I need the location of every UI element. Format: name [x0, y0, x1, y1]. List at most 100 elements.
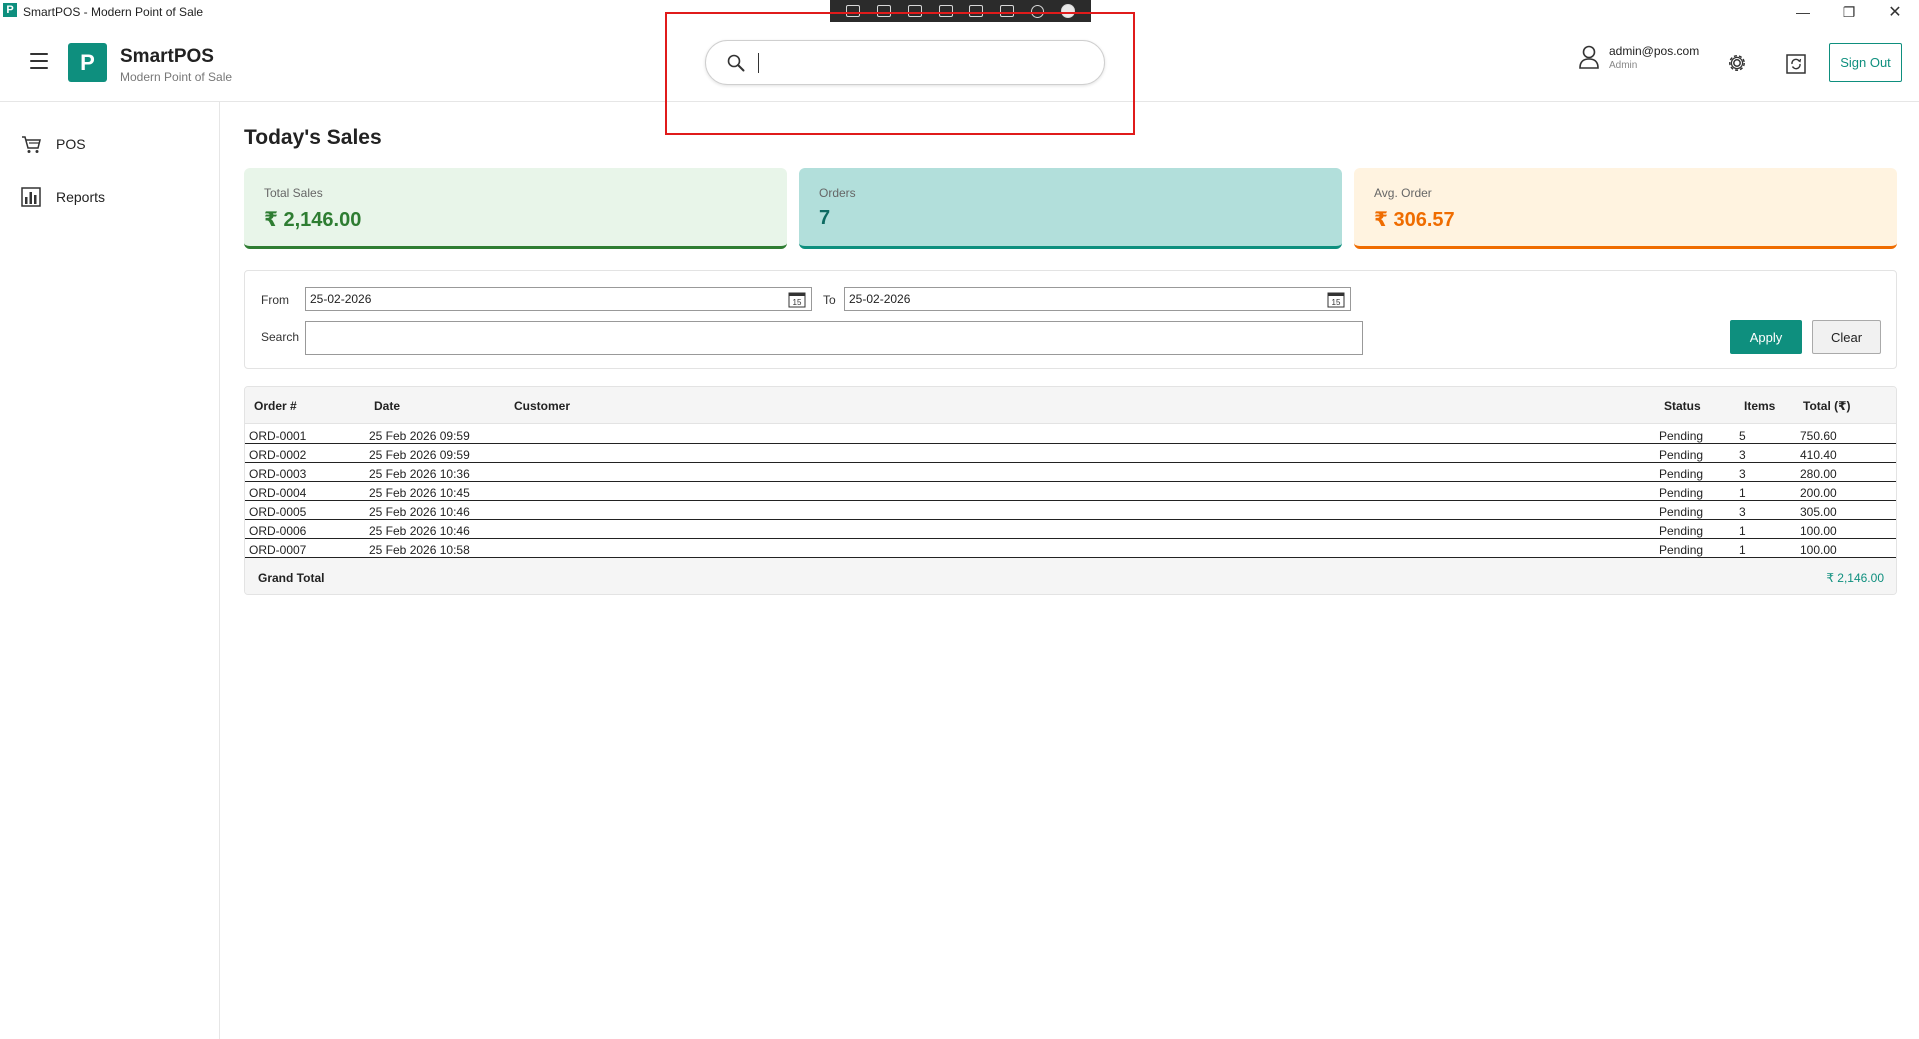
table-row[interactable]: ORD-0002 25 Feb 2026 09:59 Pending 3 410.40: [245, 444, 1896, 463]
cell-order: ORD-0001: [249, 429, 307, 443]
cell-order: ORD-0007: [249, 543, 307, 557]
capture-record-icon[interactable]: [1030, 4, 1044, 18]
cell-items: 3: [1739, 467, 1746, 481]
cell-date: 25 Feb 2026 10:45: [369, 486, 470, 500]
brand-subtitle: Modern Point of Sale: [120, 70, 233, 84]
card-label: Orders: [819, 186, 856, 200]
global-search[interactable]: [705, 40, 1105, 85]
table-row[interactable]: ORD-0005 25 Feb 2026 10:46 Pending 3 305.00: [245, 501, 1896, 520]
filter-panel: From 25-02-2026 15 To 25-02-2026 15 Sear…: [244, 270, 1897, 369]
search-label: Search: [261, 330, 300, 344]
clear-button[interactable]: Clear: [1812, 320, 1881, 354]
cell-total: 100.00: [1800, 524, 1837, 538]
from-label: From: [261, 293, 289, 307]
table-body: ORD-0001 25 Feb 2026 09:59 Pending 5 750.60 O…: [245, 425, 1896, 558]
sidebar-item-pos[interactable]: POS: [20, 126, 210, 162]
cell-items: 1: [1739, 486, 1746, 500]
text-caret: [758, 53, 759, 73]
column-header-total[interactable]: Total (₹): [1803, 399, 1850, 413]
cell-total: 100.00: [1800, 543, 1837, 557]
cell-items: 3: [1739, 448, 1746, 462]
to-label: To: [823, 293, 836, 307]
sidebar-item-label: Reports: [56, 189, 106, 205]
cell-date: 25 Feb 2026 10:58: [369, 543, 470, 557]
window-title: SmartPOS - Modern Point of Sale: [23, 5, 204, 19]
capture-cursor-icon[interactable]: [907, 5, 922, 17]
calendar-icon[interactable]: 15: [1327, 291, 1345, 308]
capture-screenshot-icon[interactable]: [846, 5, 861, 17]
user-role: Admin: [1609, 60, 1638, 71]
column-header-status[interactable]: Status: [1664, 399, 1701, 413]
table-row[interactable]: ORD-0003 25 Feb 2026 10:36 Pending 3 280.00: [245, 463, 1896, 482]
sidebar-item-label: POS: [56, 136, 86, 152]
column-header-customer[interactable]: Customer: [514, 399, 570, 413]
hamburger-menu-icon[interactable]: [30, 53, 48, 69]
table-row[interactable]: ORD-0007 25 Feb 2026 10:58 Pending 1 100.00: [245, 539, 1896, 558]
minimize-button[interactable]: —: [1780, 0, 1826, 24]
capture-region-icon[interactable]: [969, 5, 984, 17]
card-value: ₹ 306.57: [1374, 209, 1455, 231]
table-footer: Grand Total ₹ 2,146.00: [245, 558, 1896, 594]
cell-total: 410.40: [1800, 448, 1837, 462]
user-email: admin@pos.com: [1609, 44, 1700, 58]
table-row[interactable]: ORD-0001 25 Feb 2026 09:59 Pending 5 750.60: [245, 425, 1896, 444]
cell-total: 200.00: [1800, 486, 1837, 500]
to-date-value: 25-02-2026: [849, 292, 911, 306]
capture-video-icon[interactable]: [877, 5, 892, 17]
cell-status: Pending: [1659, 524, 1704, 538]
from-date-value: 25-02-2026: [310, 292, 372, 306]
cell-order: ORD-0004: [249, 486, 307, 500]
table-header: Order # Date Customer Status Items Total…: [245, 387, 1896, 424]
column-header-order[interactable]: Order #: [254, 399, 297, 413]
orders-table: Order # Date Customer Status Items Total…: [244, 386, 1897, 595]
sidebar-item-reports[interactable]: Reports: [20, 179, 210, 215]
card-value: ₹ 2,146.00: [264, 209, 362, 231]
calendar-icon[interactable]: 15: [788, 291, 806, 308]
page-title: Today's Sales: [244, 126, 382, 149]
brand-name: SmartPOS: [120, 46, 214, 67]
cell-items: 3: [1739, 505, 1746, 519]
global-search-input[interactable]: [756, 49, 1086, 77]
capture-settings-icon[interactable]: [1000, 5, 1015, 17]
cell-order: ORD-0006: [249, 524, 307, 538]
gear-icon[interactable]: [1726, 52, 1748, 74]
cart-icon: [22, 136, 41, 153]
table-row[interactable]: ORD-0004 25 Feb 2026 10:45 Pending 1 200.00: [245, 482, 1896, 501]
maximize-button[interactable]: ❐: [1826, 0, 1872, 24]
cell-order: ORD-0002: [249, 448, 307, 462]
grand-total-value: ₹ 2,146.00: [1826, 571, 1884, 585]
cell-date: 25 Feb 2026 10:46: [369, 505, 470, 519]
cell-status: Pending: [1659, 448, 1704, 462]
table-row[interactable]: ORD-0006 25 Feb 2026 10:46 Pending 1 100.00: [245, 520, 1896, 539]
card-value: 7: [819, 207, 831, 229]
close-window-button[interactable]: ✕: [1872, 0, 1918, 24]
from-date-picker[interactable]: 25-02-2026 15: [305, 287, 812, 311]
user-icon: [1579, 45, 1599, 69]
calendar-day: 15: [793, 298, 802, 307]
to-date-picker[interactable]: 25-02-2026 15: [844, 287, 1351, 311]
cell-status: Pending: [1659, 467, 1704, 481]
cell-total: 280.00: [1800, 467, 1837, 481]
brand-logo: P: [68, 43, 107, 82]
sidebar: [0, 102, 220, 1039]
grand-total-label: Grand Total: [258, 571, 325, 585]
cell-items: 1: [1739, 543, 1746, 557]
column-header-items[interactable]: Items: [1744, 399, 1775, 413]
total-sales-card: Total Sales ₹ 2,146.00: [244, 168, 787, 249]
capture-window-icon[interactable]: [938, 5, 953, 17]
sign-out-button[interactable]: Sign Out: [1829, 43, 1902, 82]
bar-chart-icon: [21, 187, 41, 207]
column-header-date[interactable]: Date: [374, 399, 400, 413]
cell-total: 750.60: [1800, 429, 1837, 443]
apply-button[interactable]: Apply: [1730, 320, 1802, 354]
cell-date: 25 Feb 2026 10:36: [369, 467, 470, 481]
cell-date: 25 Feb 2026 09:59: [369, 448, 470, 462]
cell-status: Pending: [1659, 543, 1704, 557]
filter-search-input[interactable]: [305, 321, 1363, 355]
capture-stop-icon[interactable]: [1060, 4, 1075, 18]
app-icon: P: [3, 3, 17, 17]
calendar-day: 15: [1332, 298, 1341, 307]
orders-card: Orders 7: [799, 168, 1342, 249]
refresh-icon[interactable]: [1785, 53, 1807, 75]
card-label: Avg. Order: [1374, 186, 1432, 200]
